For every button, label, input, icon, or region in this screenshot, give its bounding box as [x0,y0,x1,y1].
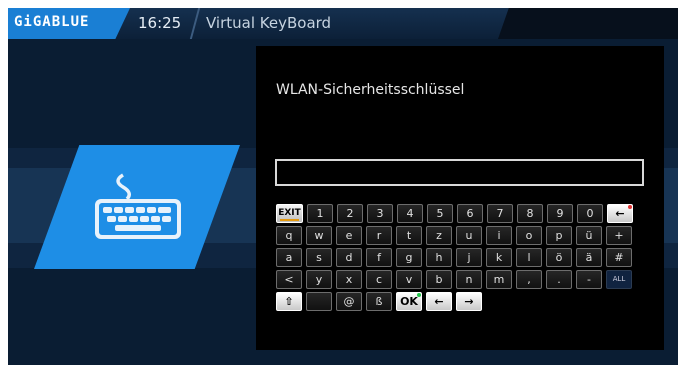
key-space[interactable] [306,292,332,311]
key-cursor-left[interactable]: ← [426,292,452,311]
input-dialog: WLAN-Sicherheitsschlüssel EXIT 1 2 3 4 5… [256,46,664,350]
clock: 16:25 [138,14,182,32]
key-2[interactable]: 2 [337,204,363,223]
key-u[interactable]: u [456,226,482,245]
key-o[interactable]: o [516,226,542,245]
green-dot-icon [417,293,421,297]
header-separator [189,8,201,39]
key-s[interactable]: s [306,248,332,267]
key-8[interactable]: 8 [517,204,543,223]
key-z[interactable]: z [426,226,452,245]
arrow-right-icon: → [464,295,474,308]
key-k[interactable]: k [486,248,512,267]
key-c[interactable]: c [366,270,392,289]
brand-badge: GiGABLUE [8,8,130,39]
key-l[interactable]: l [516,248,542,267]
red-dot-icon [628,205,632,209]
header-right-panel [498,8,678,39]
key-f[interactable]: f [366,248,392,267]
key-period[interactable]: . [546,270,572,289]
key-9[interactable]: 9 [547,204,573,223]
key-g[interactable]: g [396,248,422,267]
key-7[interactable]: 7 [487,204,513,223]
dialog-title: WLAN-Sicherheitsschlüssel [276,82,465,98]
backspace-icon: ← [615,207,625,220]
tv-screen: GiGABLUE 16:25 Virtual KeyBoard WLAN-Sic… [8,8,678,365]
key-plus[interactable]: + [606,226,632,245]
key-t[interactable]: t [396,226,422,245]
key-at[interactable]: @ [336,292,362,311]
key-i[interactable]: i [486,226,512,245]
key-oe[interactable]: ö [546,248,572,267]
key-0[interactable]: 0 [577,204,603,223]
key-6[interactable]: 6 [457,204,483,223]
key-4[interactable]: 4 [397,204,423,223]
key-exit[interactable]: EXIT [276,204,303,223]
key-label: OK [400,295,418,308]
screen-title: Virtual KeyBoard [206,14,332,32]
shift-icon: ⇧ [284,295,294,308]
key-j[interactable]: j [456,248,482,267]
key-b[interactable]: b [426,270,452,289]
key-h[interactable]: h [426,248,452,267]
key-e[interactable]: e [336,226,362,245]
key-p[interactable]: p [546,226,572,245]
key-5[interactable]: 5 [427,204,453,223]
key-r[interactable]: r [366,226,392,245]
key-minus[interactable]: - [576,270,602,289]
key-w[interactable]: w [306,226,332,245]
key-d[interactable]: d [336,248,362,267]
key-shift[interactable]: ⇧ [276,292,302,311]
text-input[interactable] [275,159,644,186]
key-all[interactable]: ALL [606,270,632,289]
arrow-left-icon: ← [434,295,444,308]
key-ue[interactable]: ü [576,226,602,245]
key-1[interactable]: 1 [307,204,333,223]
key-label: EXIT [278,208,301,218]
key-eszett[interactable]: ß [366,292,392,311]
key-v[interactable]: v [396,270,422,289]
key-less-than[interactable]: < [276,270,302,289]
key-hash[interactable]: # [606,248,632,267]
key-y[interactable]: y [306,270,332,289]
key-a[interactable]: a [276,248,302,267]
key-comma[interactable]: , [516,270,542,289]
key-ae[interactable]: ä [576,248,602,267]
key-n[interactable]: n [456,270,482,289]
key-q[interactable]: q [276,226,302,245]
brand-logo: GiGABLUE [14,14,90,30]
key-3[interactable]: 3 [367,204,393,223]
key-x[interactable]: x [336,270,362,289]
exit-underline [280,219,299,221]
keyboard-icon [95,173,181,239]
key-m[interactable]: m [486,270,512,289]
header-bar: GiGABLUE 16:25 Virtual KeyBoard [8,8,678,39]
key-ok[interactable]: OK [396,292,422,311]
key-cursor-right[interactable]: → [456,292,482,311]
key-backspace[interactable]: ← [607,204,633,223]
